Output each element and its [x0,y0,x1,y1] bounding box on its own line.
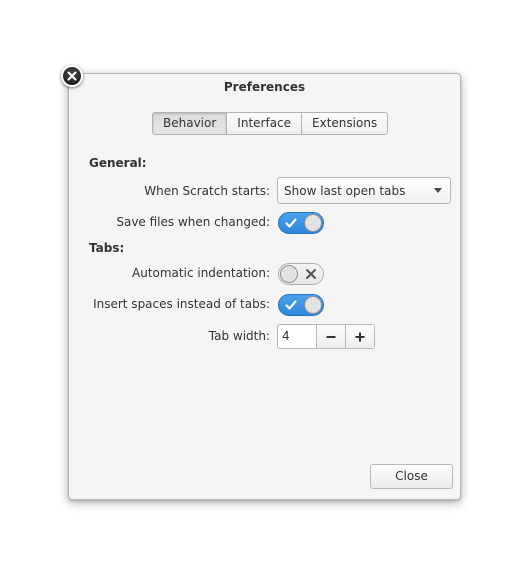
tab-behavior[interactable]: Behavior [153,113,228,134]
tabs-section-header: Tabs: [89,241,125,255]
insert-spaces-label: Insert spaces instead of tabs: [93,297,270,311]
scratch-starts-dropdown[interactable]: Show last open tabs [277,177,451,204]
scratch-starts-label: When Scratch starts: [144,184,270,198]
check-icon [285,300,297,310]
toggle-knob [304,214,322,232]
increment-button[interactable] [345,325,374,348]
general-section-header: General: [89,156,147,170]
save-files-toggle[interactable] [278,212,324,234]
x-icon [306,269,316,279]
tab-width-label: Tab width: [208,329,270,343]
insert-spaces-toggle[interactable] [278,294,324,316]
decrement-button[interactable] [316,325,345,348]
auto-indent-label: Automatic indentation: [132,266,270,280]
save-files-label: Save files when changed: [116,215,270,229]
minus-icon [326,335,336,338]
preferences-dialog: Preferences Behavior Interface Extension… [68,73,461,500]
dialog-title: Preferences [223,80,306,94]
plus-icon [355,332,365,341]
tab-bar: Behavior Interface Extensions [152,112,389,135]
tab-interface[interactable]: Interface [227,113,303,134]
tab-width-input[interactable]: 4 [278,325,316,348]
toggle-knob [304,296,322,314]
auto-indent-toggle[interactable] [278,263,324,285]
tab-width-stepper: 4 [277,324,375,349]
window-close-button[interactable] [61,65,83,87]
check-icon [285,218,297,228]
tab-extensions[interactable]: Extensions [302,113,388,134]
close-button[interactable]: Close [370,464,453,489]
scratch-starts-value: Show last open tabs [284,183,406,198]
close-icon [67,71,77,81]
chevron-down-icon [434,188,442,193]
toggle-knob [280,265,298,283]
